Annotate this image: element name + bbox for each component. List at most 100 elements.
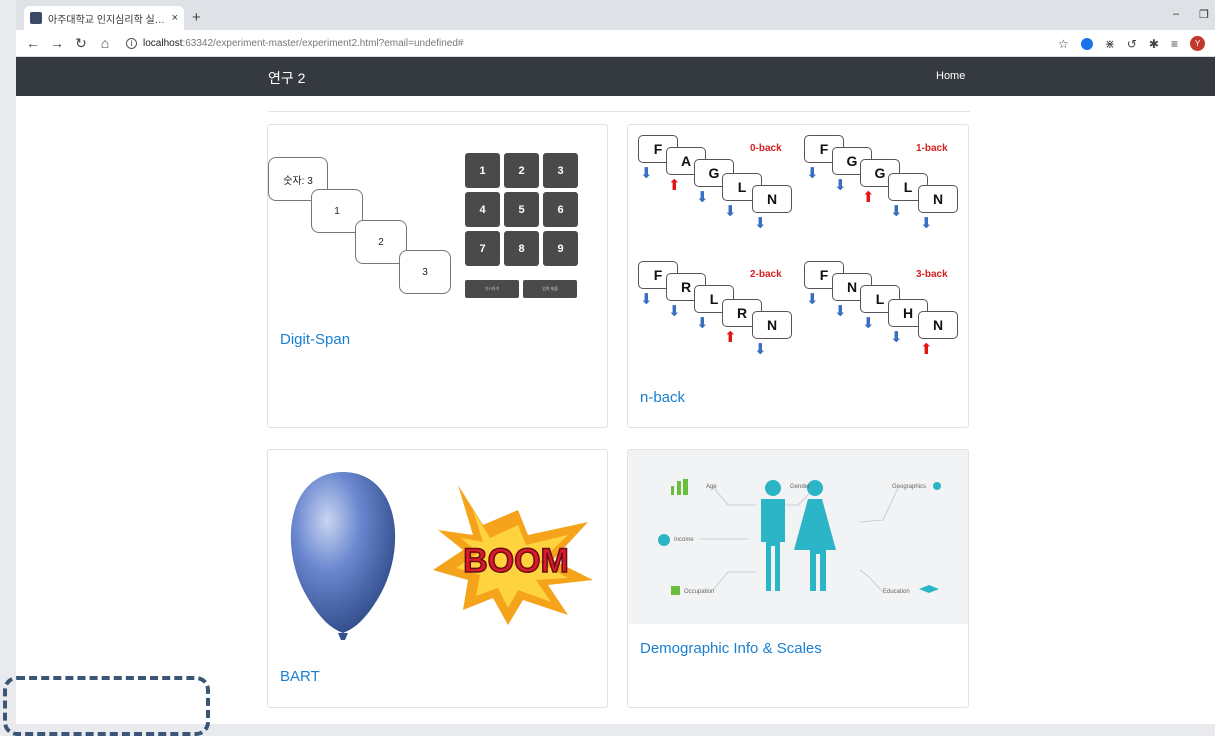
info-icon[interactable]: i [126, 37, 137, 49]
history-icon[interactable]: ↺ [1127, 37, 1137, 51]
demographic-card[interactable]: Age Gender Geographics Income Occupation… [627, 449, 969, 708]
url-field[interactable]: i localhost:63342/experiment-master/expe… [126, 37, 464, 49]
keypad-key: 4 [465, 192, 500, 227]
bart-card[interactable]: BOOM BART [267, 449, 608, 708]
favicon-icon [30, 12, 42, 24]
digit-prompt: 숫자: 3 [283, 175, 313, 187]
demographic-title[interactable]: Demographic Info & Scales [640, 640, 822, 657]
nback-letter-card: N [752, 311, 792, 339]
occupation-label: Occupation [684, 589, 715, 595]
nback-card[interactable]: 0-back F ⬇ A ⬆ G ⬇ L ⬇ N ⬇ 1-back F ⬇ G ⬇ G ⬆ L ⬇ N ⬇ 2-back F ⬇… [627, 124, 969, 428]
keypad-key: 8 [504, 231, 539, 266]
arrow-down-icon: ⬇ [890, 329, 903, 346]
nback-level-label: 2-back [750, 269, 782, 280]
arrow-up-icon: ⬆ [724, 329, 737, 346]
income-label: Income [674, 537, 694, 543]
nback-letter-card: N [918, 185, 958, 213]
arrow-down-icon: ⬇ [754, 341, 767, 358]
arrow-down-icon: ⬇ [834, 177, 847, 194]
geographics-icon [933, 482, 941, 490]
home-link[interactable]: Home [936, 70, 965, 82]
window-controls: – ❐ [1173, 8, 1209, 21]
bart-title[interactable]: BART [280, 668, 320, 685]
dashed-overlay-box [3, 676, 210, 736]
geographics-label: Geographics [892, 484, 927, 490]
forward-icon[interactable]: → [50, 35, 64, 51]
arrow-up-icon: ⬆ [862, 189, 875, 206]
reload-icon[interactable]: ↻ [74, 35, 88, 52]
retry-button: 다시하기 [465, 280, 519, 298]
nback-letter-card: N [752, 185, 792, 213]
tab-title: 아주대학교 인지심리학 실험실 [48, 14, 168, 26]
keypad-key: 1 [465, 153, 500, 188]
browser-tab[interactable]: 아주대학교 인지심리학 실험실 × [24, 6, 184, 30]
income-icon [658, 534, 670, 546]
nback-title[interactable]: n-back [640, 389, 685, 406]
address-bar: ← → ↻ ⌂ i localhost:63342/experiment-mas… [16, 30, 1215, 57]
nback-level-label: 1-back [916, 143, 948, 154]
extension-icon[interactable] [1080, 37, 1093, 50]
occupation-icon [671, 586, 680, 595]
boom-text: BOOM [463, 542, 569, 580]
arrow-down-icon: ⬇ [696, 189, 709, 206]
star-icon[interactable]: ☆ [1058, 37, 1069, 51]
demographic-image: Age Gender Geographics Income Occupation… [628, 450, 968, 624]
nback-letter-card: N [918, 311, 958, 339]
arrow-down-icon: ⬇ [806, 291, 819, 308]
restore-icon[interactable]: ❐ [1199, 8, 1209, 21]
digit-value: 2 [378, 236, 384, 248]
arrow-up-icon: ⬆ [920, 341, 933, 358]
digit-card: 3 [399, 250, 451, 294]
minimize-icon[interactable]: – [1173, 8, 1179, 21]
home-icon[interactable]: ⌂ [98, 35, 112, 51]
puzzle-icon[interactable]: ✱ [1149, 37, 1159, 51]
avatar[interactable]: Y [1190, 36, 1205, 51]
digit-span-title[interactable]: Digit-Span [280, 331, 350, 348]
digit-value: 1 [334, 205, 340, 217]
nback-level-label: 3-back [916, 269, 948, 280]
site-navbar: 연구 2 Home [16, 57, 1215, 96]
digit-span-card[interactable]: 숫자: 3 1 2 3 1 2 3 4 5 6 7 8 9 다시하기 입력 제출… [267, 124, 608, 428]
keypad-key: 5 [504, 192, 539, 227]
age-icon [671, 479, 688, 495]
person-male-icon [761, 480, 785, 591]
nback-level-label: 0-back [750, 143, 782, 154]
digit-value: 3 [422, 266, 428, 278]
keypad-key: 3 [543, 153, 578, 188]
arrow-down-icon: ⬇ [920, 215, 933, 232]
tab-close-icon[interactable]: × [172, 12, 178, 24]
arrow-down-icon: ⬇ [724, 203, 737, 220]
url-path: :63342/experiment-master/experiment2.htm… [182, 37, 464, 49]
keypad-key: 6 [543, 192, 578, 227]
education-label: Education [883, 589, 910, 595]
back-icon[interactable]: ← [26, 35, 40, 51]
url-host: localhost [143, 37, 183, 49]
arrow-up-icon: ⬆ [668, 177, 681, 194]
keypad-key: 2 [504, 153, 539, 188]
extensions-area: ☆ ⋇ ↺ ✱ ≡ Y [1058, 36, 1205, 51]
arrow-down-icon: ⬇ [890, 203, 903, 220]
age-label: Age [706, 484, 717, 490]
tab-bar: 아주대학교 인지심리학 실험실 × + – ❐ [16, 0, 1215, 30]
balloon-icon [290, 472, 396, 633]
submit-button: 입력 제출 [523, 280, 577, 298]
divider [268, 111, 970, 112]
education-icon [919, 585, 939, 593]
arrow-down-icon: ⬇ [640, 165, 653, 182]
navbar-brand[interactable]: 연구 2 [268, 68, 305, 88]
arrow-down-icon: ⬇ [834, 303, 847, 320]
new-tab-button[interactable]: + [192, 9, 201, 26]
extension-icon[interactable]: ⋇ [1105, 37, 1115, 51]
browser-window: 아주대학교 인지심리학 실험실 × + – ❐ ← → ↻ ⌂ i localh… [16, 0, 1215, 724]
nback-image: 0-back F ⬇ A ⬆ G ⬇ L ⬇ N ⬇ 1-back F ⬇ G ⬇ G ⬆ L ⬇ N ⬇ 2-back F ⬇… [628, 125, 970, 375]
playlist-icon[interactable]: ≡ [1171, 37, 1178, 51]
arrow-down-icon: ⬇ [668, 303, 681, 320]
arrow-down-icon: ⬇ [696, 315, 709, 332]
keypad-key: 7 [465, 231, 500, 266]
keypad-key: 9 [543, 231, 578, 266]
gender-label: Gender [790, 484, 811, 490]
person-female-icon [794, 480, 836, 591]
arrow-down-icon: ⬇ [862, 315, 875, 332]
arrow-down-icon: ⬇ [806, 165, 819, 182]
arrow-down-icon: ⬇ [754, 215, 767, 232]
